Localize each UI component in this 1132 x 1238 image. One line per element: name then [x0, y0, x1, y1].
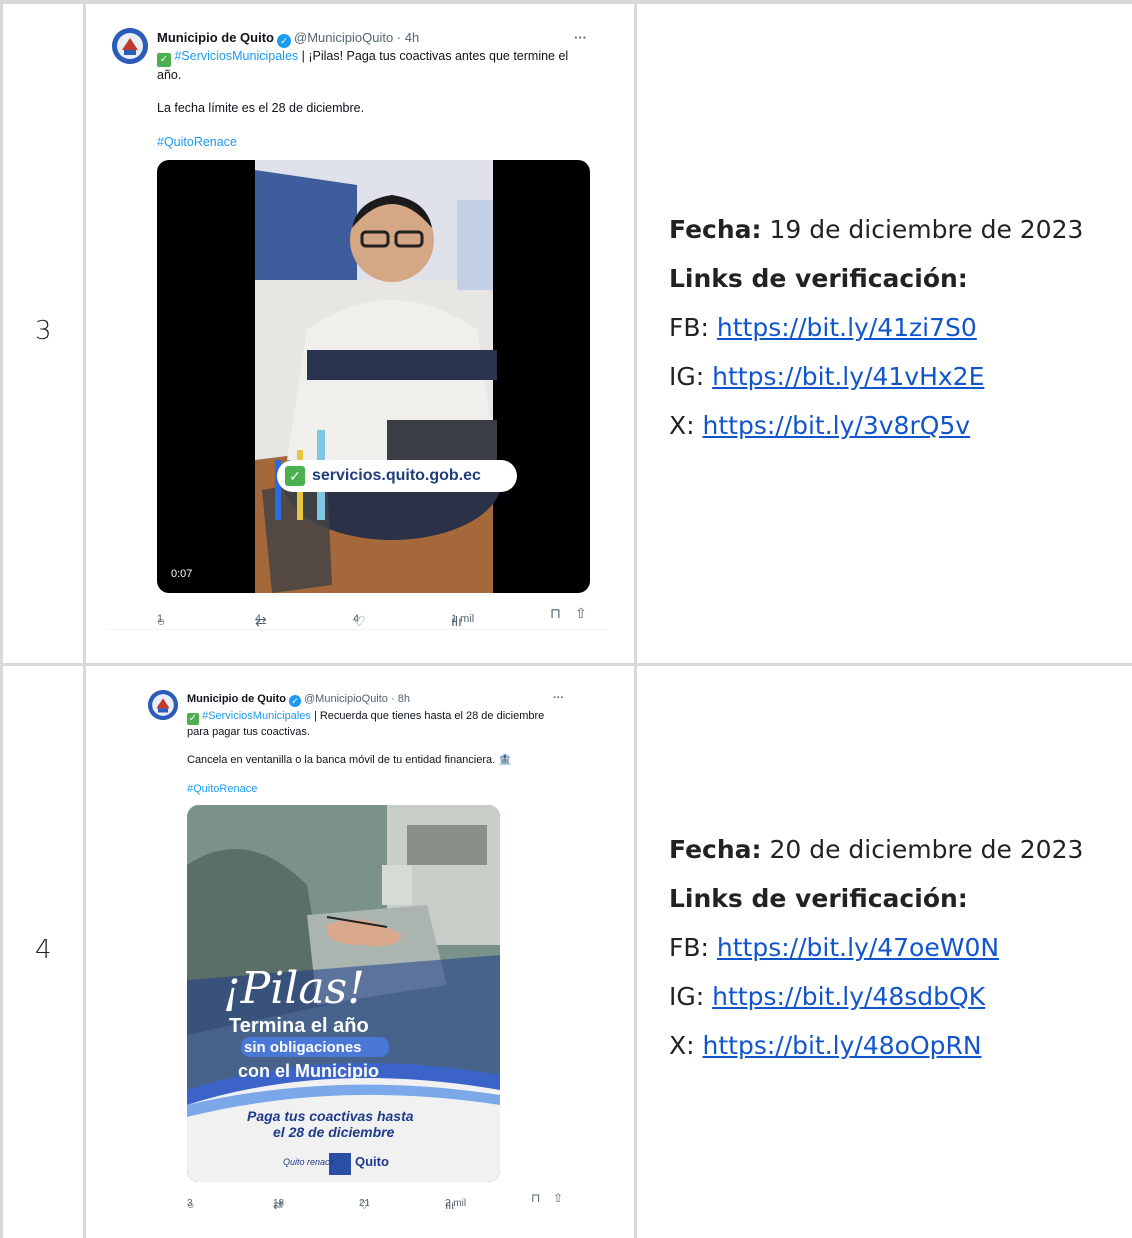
bookmark-icon[interactable]: ⊓: [550, 605, 561, 622]
reply-count: 3: [187, 1198, 193, 1209]
poster-line-2: sin obligaciones: [244, 1039, 362, 1056]
avatar[interactable]: [112, 28, 148, 64]
date-line: Fecha: 19 de diciembre de 2023: [669, 210, 1083, 259]
ig-label: IG:: [669, 982, 713, 1011]
poster-line-3: con el Municipio: [238, 1061, 380, 1081]
tweet-video[interactable]: ✓ servicios.quito.gob.ec 0:07: [157, 160, 590, 593]
links-label: Links de verificación:: [669, 884, 968, 913]
row-number: 3: [35, 316, 52, 346]
retweet-count: 18: [273, 1198, 285, 1209]
x-link[interactable]: https://bit.ly/48oOpRN: [703, 1031, 982, 1060]
more-options-icon[interactable]: ···: [574, 30, 587, 45]
hashtag-link[interactable]: #ServiciosMunicipales: [174, 49, 298, 63]
verified-icon: ✓: [277, 34, 291, 48]
video-frame: ✓: [255, 160, 517, 593]
verified-icon: ✓: [289, 695, 301, 707]
links-label: Links de verificación:: [669, 264, 968, 293]
fb-link[interactable]: https://bit.ly/41zi7S0: [717, 313, 977, 342]
hashtag-link[interactable]: #QuitoRenace: [187, 782, 257, 796]
ig-line: IG: https://bit.ly/41vHx2E: [669, 357, 1083, 406]
like-count: 4: [353, 613, 360, 625]
table-top-border: [0, 0, 1132, 4]
tweet-text-line: Cancela en ventanilla o la banca móvil d…: [187, 754, 512, 766]
tweet-text: ✓ #ServiciosMunicipales | Recuerda que t…: [187, 709, 567, 739]
quito-seal-icon: [112, 28, 148, 64]
hashtag-link[interactable]: #QuitoRenace: [157, 134, 237, 150]
author-handle[interactable]: @MunicipioQuito · 8h: [304, 693, 410, 705]
fb-label: FB:: [669, 313, 717, 342]
ig-label: IG:: [669, 362, 713, 391]
poster-line-1: Termina el año: [229, 1015, 369, 1037]
retweet-count: 4: [255, 613, 262, 625]
quito-seal-icon: [148, 690, 178, 720]
date-line: Fecha: 20 de diciembre de 2023: [669, 830, 1083, 879]
ig-line: IG: https://bit.ly/48sdbQK: [669, 977, 1083, 1026]
tweet-card[interactable]: Municipio de Quito ✓ @MunicipioQuito · 8h …: [145, 680, 585, 1220]
x-line: X: https://bit.ly/48oOpRN: [669, 1026, 1083, 1075]
fb-line: FB: https://bit.ly/47oeW0N: [669, 928, 1083, 977]
tweet-actions: ○ 1 ⇄ 4 ♡ 4 ılı 1 mil ⊓ ⇧: [157, 604, 590, 630]
avatar[interactable]: [148, 690, 178, 720]
x-link[interactable]: https://bit.ly/3v8rQ5v: [703, 411, 971, 440]
view-count: 1 mil: [451, 613, 475, 625]
bookmark-icon[interactable]: ⊓: [531, 1191, 540, 1205]
poster-sub-1: Paga tus coactivas hasta: [247, 1108, 414, 1124]
date-value: 19 de diciembre de 2023: [761, 215, 1084, 244]
check-icon: ✓: [157, 53, 171, 67]
tweet-text-line: La fecha límite es el 28 de diciembre.: [157, 101, 365, 115]
author-handle[interactable]: @MunicipioQuito · 4h: [294, 30, 419, 45]
info-cell: Fecha: 19 de diciembre de 2023 Links de …: [669, 210, 1083, 455]
tweet-text: ✓ #ServiciosMunicipales | ¡Pilas! Paga t…: [157, 48, 589, 83]
poster-title: ¡Pilas!: [223, 963, 365, 1014]
author-name[interactable]: Municipio de Quito: [157, 30, 274, 45]
video-timestamp: 0:07: [171, 568, 193, 580]
author-name[interactable]: Municipio de Quito: [187, 693, 286, 705]
poster-brand-2: Quito: [355, 1154, 389, 1169]
date-value: 20 de diciembre de 2023: [761, 835, 1084, 864]
share-icon[interactable]: ⇧: [553, 1191, 563, 1205]
date-label: Fecha:: [669, 835, 762, 864]
like-count: 21: [359, 1198, 371, 1209]
tweet-actions: ○ 3 ⇄ 18 ♡ 21 ılı 2 mil ⊓ ⇧: [187, 1190, 567, 1212]
share-icon[interactable]: ⇧: [575, 605, 587, 622]
x-line: X: https://bit.ly/3v8rQ5v: [669, 406, 1083, 455]
video-caption: servicios.quito.gob.ec: [312, 467, 481, 484]
tweet-card[interactable]: Municipio de Quito ✓ @MunicipioQuito · 4h …: [108, 18, 608, 630]
links-heading: Links de verificación:: [669, 879, 1083, 928]
fb-line: FB: https://bit.ly/41zi7S0: [669, 308, 1083, 357]
info-cell: Fecha: 20 de diciembre de 2023 Links de …: [669, 830, 1083, 1075]
column-divider-1: [83, 0, 86, 1238]
hashtag-link[interactable]: #ServiciosMunicipales: [202, 710, 311, 722]
svg-text:✓: ✓: [289, 468, 301, 484]
tweet-image[interactable]: ¡Pilas! Termina el año sin obligaciones …: [187, 805, 500, 1182]
more-options-icon[interactable]: ···: [553, 692, 564, 704]
table-left-border: [0, 0, 3, 1238]
view-count: 2 mil: [445, 1198, 467, 1209]
row-divider: [0, 663, 1132, 666]
column-divider-2: [634, 0, 637, 1238]
tweet-header: Municipio de Quito ✓ @MunicipioQuito · 4h: [157, 30, 419, 48]
ig-link[interactable]: https://bit.ly/41vHx2E: [712, 362, 984, 391]
date-label: Fecha:: [669, 215, 762, 244]
row-number: 4: [35, 935, 52, 965]
poster-sub-2: el 28 de diciembre: [273, 1124, 395, 1140]
poster-brand-1: Quito renace: [283, 1157, 335, 1167]
links-heading: Links de verificación:: [669, 259, 1083, 308]
x-label: X:: [669, 411, 703, 440]
reply-count: 1: [157, 613, 164, 625]
fb-label: FB:: [669, 933, 717, 962]
x-label: X:: [669, 1031, 703, 1060]
fb-link[interactable]: https://bit.ly/47oeW0N: [717, 933, 999, 962]
ig-link[interactable]: https://bit.ly/48sdbQK: [712, 982, 985, 1011]
tweet-header: Municipio de Quito ✓ @MunicipioQuito · 8h: [187, 693, 410, 707]
check-icon: ✓: [187, 713, 199, 725]
